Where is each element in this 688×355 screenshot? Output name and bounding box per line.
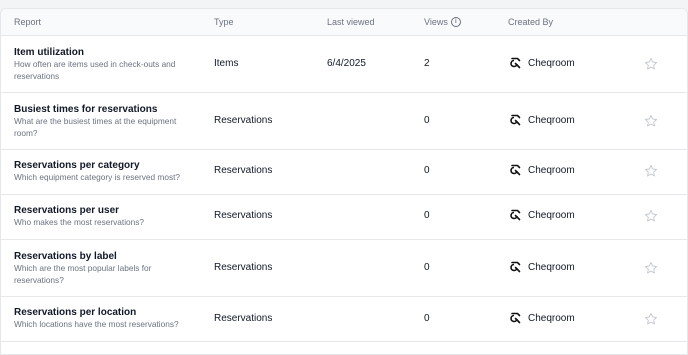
report-views: 0 xyxy=(424,262,430,273)
table-row[interactable]: Item utilization How often are items use… xyxy=(1,36,687,93)
table-row[interactable]: Reservations per category Which equipmen… xyxy=(1,150,687,195)
report-description: Which equipment category is reserved mos… xyxy=(14,172,181,182)
column-header-views-label: Views xyxy=(424,17,448,27)
cheqroom-logo-icon xyxy=(510,57,521,69)
report-views: 2 xyxy=(424,58,430,69)
report-last-viewed: 6/4/2025 xyxy=(327,58,366,69)
report-views: 0 xyxy=(424,115,430,126)
star-icon[interactable] xyxy=(644,57,658,71)
creator-name: Cheqroom xyxy=(528,114,575,126)
report-created-by: Cheqroom xyxy=(509,57,575,69)
cheqroom-logo-icon xyxy=(510,164,521,176)
cheqroom-logo-icon xyxy=(510,114,521,126)
cheqroom-logo-icon xyxy=(510,261,521,273)
info-icon[interactable]: i xyxy=(450,17,461,27)
creator-name: Cheqroom xyxy=(528,57,575,69)
cheqroom-logo-icon xyxy=(510,209,521,221)
report-description: Which are the most popular labels for re… xyxy=(14,263,152,285)
table-row[interactable]: Reservations by label Which are the most… xyxy=(1,240,687,297)
column-header-report[interactable]: Report xyxy=(14,17,41,27)
report-title[interactable]: Reservations per location xyxy=(14,307,136,318)
report-created-by: Cheqroom xyxy=(509,164,575,176)
column-header-type[interactable]: Type xyxy=(214,17,234,27)
report-description: How often are items used in check-outs a… xyxy=(14,59,176,81)
report-views: 0 xyxy=(424,313,430,324)
report-created-by: Cheqroom xyxy=(509,114,575,126)
report-type: Reservations xyxy=(214,313,273,324)
star-icon[interactable] xyxy=(644,114,658,128)
table-header: Report Type Last viewed Views i Created … xyxy=(1,9,687,36)
report-type: Reservations xyxy=(214,262,273,273)
creator-name: Cheqroom xyxy=(528,209,575,221)
table-row[interactable]: Busiest times for reservations What are … xyxy=(1,93,687,150)
report-description: What are the busiest times at the equipm… xyxy=(14,116,177,138)
cheqroom-logo-icon xyxy=(510,312,521,324)
creator-name: Cheqroom xyxy=(528,164,575,176)
report-type: Items xyxy=(214,58,239,69)
report-created-by: Cheqroom xyxy=(509,261,575,273)
report-description: Who makes the most reservations? xyxy=(14,217,145,227)
star-icon[interactable] xyxy=(644,312,658,326)
creator-name: Cheqroom xyxy=(528,312,575,324)
report-title[interactable]: Reservations per category xyxy=(14,160,140,171)
report-created-by: Cheqroom xyxy=(509,209,575,221)
table-row[interactable]: Reservations per user Who makes the most… xyxy=(1,195,687,240)
creator-name: Cheqroom xyxy=(528,261,575,273)
report-views: 0 xyxy=(424,210,430,221)
report-type: Reservations xyxy=(214,210,273,221)
report-title[interactable]: Reservations by label xyxy=(14,251,117,262)
star-icon[interactable] xyxy=(644,164,658,178)
report-type: Reservations xyxy=(214,165,273,176)
report-views: 0 xyxy=(424,165,430,176)
report-description: Which locations have the most reservatio… xyxy=(14,319,179,329)
column-header-created-by[interactable]: Created By xyxy=(508,17,553,27)
column-header-last-viewed[interactable]: Last viewed xyxy=(327,17,375,27)
report-title[interactable]: Item utilization xyxy=(14,47,84,58)
star-icon[interactable] xyxy=(644,261,658,275)
report-title[interactable]: Busiest times for reservations xyxy=(14,104,157,115)
report-created-by: Cheqroom xyxy=(509,312,575,324)
report-type: Reservations xyxy=(214,115,273,126)
reports-table: Report Type Last viewed Views i Created … xyxy=(0,8,688,355)
report-title[interactable]: Reservations per user xyxy=(14,205,119,216)
table-row[interactable]: Reservations per location Which location… xyxy=(1,297,687,342)
column-header-views[interactable]: Views i xyxy=(424,17,461,27)
star-icon[interactable] xyxy=(644,209,658,223)
